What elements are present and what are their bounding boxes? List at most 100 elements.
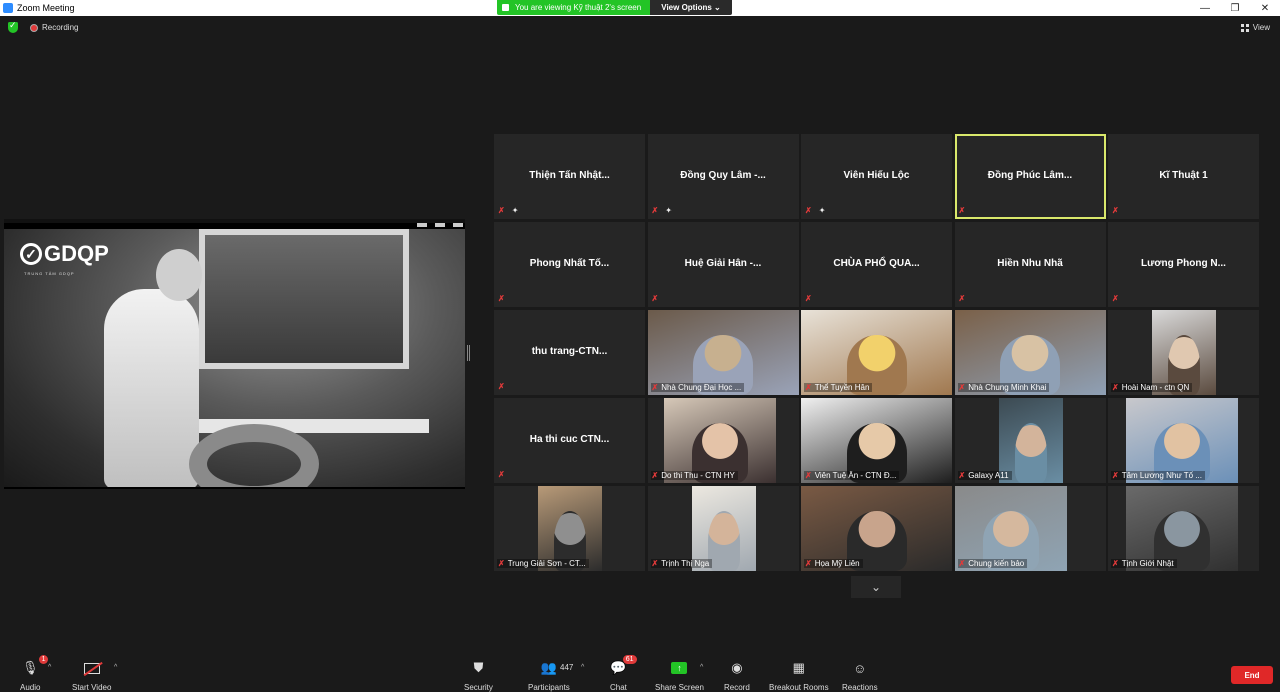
participant-tile[interactable]: Đồng Phúc Lâm... ✗ xyxy=(954,134,1106,219)
chat-label: Chat xyxy=(610,683,627,692)
video-caret-icon[interactable]: ^ xyxy=(114,664,117,671)
recording-dot-icon xyxy=(30,23,38,32)
participant-tile[interactable]: ✗ Tịnh Giới Nhật xyxy=(1108,486,1259,571)
participants-icon: 👥 xyxy=(540,660,557,675)
participant-tile[interactable]: Phong Nhất Tố... ✗ xyxy=(494,222,645,307)
participant-tile[interactable]: Thiện Tấn Nhật... ✗ ✦ xyxy=(494,134,645,219)
participant-tile[interactable]: Lương Phong N... ✗ xyxy=(1108,222,1259,307)
participant-name: Lương Phong N... xyxy=(1141,258,1226,269)
muted-mic-icon: ✗ xyxy=(958,294,966,303)
start-video-button[interactable]: Start Video xyxy=(72,660,111,692)
security-shield-icon[interactable] xyxy=(8,20,18,33)
split-drag-handle[interactable] xyxy=(467,345,470,361)
chat-icon: 💬 61 xyxy=(610,655,637,676)
participant-tile[interactable]: Đồng Quy Lâm -... ✗ ✦ xyxy=(647,134,799,219)
audio-badge: 1 xyxy=(38,655,49,664)
participant-tile[interactable]: CHÙA PHỔ QUA... ✗ xyxy=(801,222,952,307)
participant-tile[interactable]: thu trang-CTN... ✗ xyxy=(494,310,645,395)
participant-tile[interactable]: ✗ Viên Tuệ Ân - CTN Đ... xyxy=(801,398,952,483)
muted-mic-icon: ✗ xyxy=(958,206,966,215)
participant-tile[interactable]: ✗ Do thi Thu - CTN HY xyxy=(647,398,799,483)
participant-name: Chung kiến bảo xyxy=(968,559,1025,568)
recording-label[interactable]: Recording xyxy=(42,23,78,32)
breakout-rooms-button[interactable]: ▦ Breakout Rooms xyxy=(769,660,829,692)
participant-tile[interactable]: Viên Hiếu Lộc ✗ ✦ xyxy=(801,134,952,219)
muted-mic-icon: ✗ xyxy=(651,471,659,480)
audio-button[interactable]: 🎙 1 Audio xyxy=(20,655,49,692)
participant-tile[interactable]: Huệ Giải Hân -... ✗ xyxy=(647,222,799,307)
participant-name: Kĩ Thuật 1 xyxy=(1159,170,1208,181)
participant-name: Huệ Giải Hân -... xyxy=(684,258,762,269)
share-screen-button[interactable]: ↑ Share Screen xyxy=(655,660,704,692)
audio-caret-icon[interactable]: ^ xyxy=(48,664,51,671)
participants-caret-icon[interactable]: ^ xyxy=(581,664,584,671)
participant-name: Phong Nhất Tố... xyxy=(529,258,610,269)
share-caret-icon[interactable]: ^ xyxy=(700,664,703,671)
participant-name: Thiện Tấn Nhật... xyxy=(529,170,610,181)
participant-name: Đồng Quy Lâm -... xyxy=(680,170,766,181)
chat-badge: 61 xyxy=(622,655,637,664)
participant-tile[interactable]: ✗ Trịnh Thị Nga xyxy=(647,486,799,571)
participant-tile[interactable]: ✗ Chung kiến bảo xyxy=(954,486,1106,571)
participant-tile[interactable]: ✗ Nhà Chung Đại Học ... xyxy=(647,310,799,395)
muted-mic-icon: ✗ xyxy=(805,206,812,215)
participant-name: Do thi Thu - CTN HY xyxy=(661,471,735,480)
participant-label: ✗ Họa Mỹ Liên xyxy=(804,559,863,568)
reactions-label: Reactions xyxy=(842,683,878,692)
muted-mic-icon: ✗ xyxy=(498,206,505,215)
participant-tile[interactable]: Ha thi cuc CTN... ✗ xyxy=(494,398,645,483)
view-button[interactable]: View xyxy=(1240,23,1270,32)
participants-label: Participants xyxy=(528,683,570,692)
muted-mic-icon: ✗ xyxy=(958,383,966,392)
participant-tile[interactable]: Kĩ Thuật 1 ✗ xyxy=(1108,134,1259,219)
participant-tile[interactable]: ✗ Trung Giải Sơn - CT... xyxy=(494,486,645,571)
participant-tile[interactable]: ✗ Tâm Lương Như Tố ... xyxy=(1108,398,1259,483)
participant-label: ✗ Viên Tuệ Ân - CTN Đ... xyxy=(804,471,900,480)
restore-button[interactable]: ❐ xyxy=(1220,0,1250,16)
participant-name: thu trang-CTN... xyxy=(531,346,608,357)
security-button[interactable]: ⛊ Security xyxy=(464,660,493,692)
reactions-button[interactable]: ☺ Reactions xyxy=(842,660,878,692)
grid-view-icon xyxy=(1240,23,1249,32)
shared-video-frame: ✓ GDQP TRUNG TÂM GDQP xyxy=(4,229,465,487)
breakout-rooms-label: Breakout Rooms xyxy=(769,683,829,692)
muted-mic-icon: ✗ xyxy=(651,559,659,568)
next-page-button[interactable]: ⌄ xyxy=(851,576,901,598)
record-icon: ◉ xyxy=(731,660,743,675)
participant-tile[interactable]: ✗ Nhà Chung Minh Khai xyxy=(954,310,1106,395)
participant-name: Họa Mỹ Liên xyxy=(814,559,860,568)
participant-name: Hiền Nhu Nhã xyxy=(997,258,1063,269)
pin-icon: ✦ xyxy=(511,206,519,215)
record-button[interactable]: ◉ Record xyxy=(724,660,750,692)
muted-mic-icon: ✗ xyxy=(805,471,812,480)
record-label: Record xyxy=(724,683,750,692)
participant-tile[interactable]: ✗ Họa Mỹ Liên xyxy=(801,486,952,571)
participant-label: ✗ Tâm Lương Như Tố ... xyxy=(1111,471,1205,480)
shared-screen[interactable]: ✓ GDQP TRUNG TÂM GDQP xyxy=(4,219,465,489)
share-indicator-icon xyxy=(502,4,509,11)
muted-mic-icon: ✗ xyxy=(498,470,505,479)
pin-icon: ✦ xyxy=(818,206,826,215)
reactions-smiley-icon: ☺ xyxy=(853,660,867,676)
participant-name: Ha thi cuc CTN... xyxy=(529,434,610,445)
close-button[interactable]: ✕ xyxy=(1250,0,1280,16)
participant-name: Đồng Phúc Lâm... xyxy=(987,170,1073,181)
participant-name: Tâm Lương Như Tố ... xyxy=(1121,471,1202,480)
end-meeting-button[interactable]: End xyxy=(1231,666,1273,684)
participant-label: ✗ Trịnh Thị Nga xyxy=(650,559,713,568)
participant-label: ✗ Chung kiến bảo xyxy=(957,559,1028,568)
muted-mic-icon: ✗ xyxy=(805,559,812,568)
participant-tile[interactable]: ✗ Thể Tuyền Hân xyxy=(801,310,952,395)
minimize-button[interactable]: — xyxy=(1190,0,1220,16)
share-screen-icon: ↑ xyxy=(671,660,688,676)
participant-tile[interactable]: ✗ Hoài Nam - ctn QN xyxy=(1108,310,1259,395)
participant-name: Viên Tuệ Ân - CTN Đ... xyxy=(814,471,897,480)
view-options-button[interactable]: View Options ⌄ xyxy=(650,0,732,15)
participant-tile[interactable]: Hiền Nhu Nhã ✗ xyxy=(954,222,1106,307)
muted-mic-icon: ✗ xyxy=(805,294,812,303)
chat-button[interactable]: 💬 61 Chat xyxy=(610,655,637,692)
window-title: Zoom Meeting xyxy=(17,3,75,13)
muted-mic-icon: ✗ xyxy=(958,471,966,480)
window-controls: — ❐ ✕ xyxy=(1190,0,1280,16)
participant-tile[interactable]: ✗ Galaxy A11 xyxy=(954,398,1106,483)
